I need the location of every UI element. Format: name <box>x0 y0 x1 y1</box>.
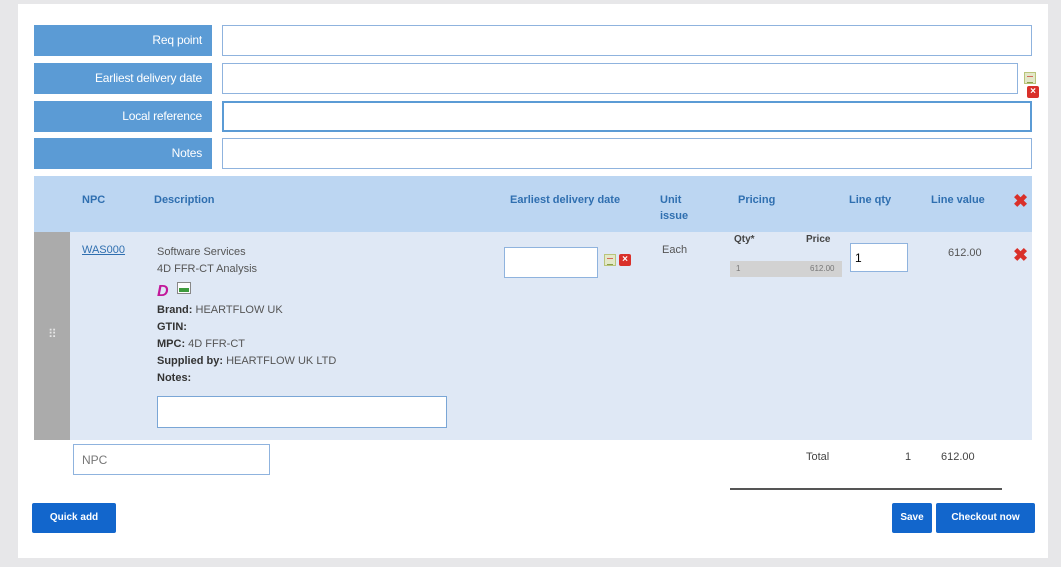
col-pricing[interactable]: Pricing <box>738 192 775 208</box>
total-value: 612.00 <box>941 451 975 463</box>
req-point-label: Req point <box>34 25 212 56</box>
notes-row: Notes <box>34 138 1034 169</box>
line-value: 612.00 <box>948 247 982 259</box>
line-date-icons: × <box>604 254 631 268</box>
line-delivery-date-input[interactable] <box>504 247 598 278</box>
order-panel: Req point Earliest delivery date × Local… <box>18 4 1048 558</box>
total-divider <box>730 488 1002 490</box>
mpc-value: 4D FFR-CT <box>188 338 245 350</box>
col-description[interactable]: Description <box>154 192 215 208</box>
col-line-qty[interactable]: Line qty <box>849 192 891 208</box>
req-point-row: Req point <box>34 25 1034 56</box>
checkout-now-button[interactable]: Checkout now <box>936 503 1035 533</box>
npc-input[interactable] <box>73 444 270 475</box>
notes-line: Notes: <box>157 370 487 387</box>
supplied-by-line: Supplied by: HEARTFLOW UK LTD <box>157 353 487 370</box>
d-logo-icon[interactable]: D <box>157 284 175 300</box>
notes-label: Notes <box>34 138 212 169</box>
brand-line: Brand: HEARTFLOW UK <box>157 302 487 319</box>
pricing-table: Qty* Price 1 612.00 <box>730 234 842 278</box>
description-cell: Software Services 4D FFR-CT Analysis D B… <box>157 244 487 387</box>
col-unit-issue[interactable]: Unit issue <box>660 192 704 224</box>
total-qty: 1 <box>905 451 912 463</box>
local-reference-row: Local reference <box>34 101 1034 132</box>
pricing-price-value: 612.00 <box>800 261 842 277</box>
earliest-delivery-input[interactable] <box>222 63 1018 94</box>
remove-line-icon[interactable]: ✖ <box>1013 246 1028 264</box>
save-button[interactable]: Save <box>892 503 932 533</box>
line-notes-label: Notes: <box>157 372 192 384</box>
pricing-price-header: Price <box>806 234 831 245</box>
mpc-line: MPC: 4D FFR-CT <box>157 336 487 353</box>
earliest-delivery-label: Earliest delivery date <box>34 63 212 94</box>
calendar-icon[interactable] <box>604 254 616 266</box>
brand-value: HEARTFLOW UK <box>195 304 283 316</box>
col-earliest-delivery[interactable]: Earliest delivery date <box>510 192 620 208</box>
brand-label: Brand: <box>157 304 193 316</box>
earliest-delivery-icons: × <box>1024 72 1044 100</box>
gtin-line: GTIN: <box>157 319 487 336</box>
supplied-by-value: HEARTFLOW UK LTD <box>226 355 337 367</box>
supplied-by-label: Supplied by: <box>157 355 223 367</box>
quick-add-button[interactable]: Quick add <box>32 503 116 533</box>
table-row: ⠿ WAS000 Software Services 4D FFR-CT Ana… <box>34 232 1032 440</box>
clear-date-icon[interactable]: × <box>619 254 631 266</box>
calendar-icon[interactable] <box>1024 72 1036 84</box>
total-label: Total <box>806 451 830 463</box>
col-npc[interactable]: NPC <box>82 192 105 208</box>
description-line-2: 4D FFR-CT Analysis <box>157 263 258 275</box>
pricing-qty-header: Qty* <box>734 234 755 245</box>
remove-all-icon[interactable]: ✖ <box>1013 192 1028 210</box>
drag-handle-icon: ⠿ <box>48 327 57 341</box>
table-header: NPC Description Earliest delivery date U… <box>34 176 1032 232</box>
gtin-label: GTIN: <box>157 321 187 333</box>
col-line-value[interactable]: Line value <box>931 192 985 208</box>
description-line-1: Software Services <box>157 246 246 258</box>
earliest-delivery-row: Earliest delivery date × <box>34 63 1044 98</box>
image-icon[interactable] <box>177 282 191 294</box>
npc-link[interactable]: WAS000 <box>82 244 125 256</box>
unit-issue-value: Each <box>662 244 688 256</box>
notes-input[interactable] <box>222 138 1032 169</box>
line-qty-input[interactable] <box>850 243 908 272</box>
local-reference-input[interactable] <box>222 101 1032 132</box>
req-point-input[interactable] <box>222 25 1032 56</box>
line-notes-input[interactable] <box>157 396 447 428</box>
product-icons: D <box>157 278 487 302</box>
mpc-label: MPC: <box>157 338 186 350</box>
drag-handle[interactable]: ⠿ <box>34 232 70 440</box>
pricing-qty-value: 1 <box>730 261 800 277</box>
local-reference-label: Local reference <box>34 101 212 132</box>
clear-date-icon[interactable]: × <box>1027 86 1039 98</box>
